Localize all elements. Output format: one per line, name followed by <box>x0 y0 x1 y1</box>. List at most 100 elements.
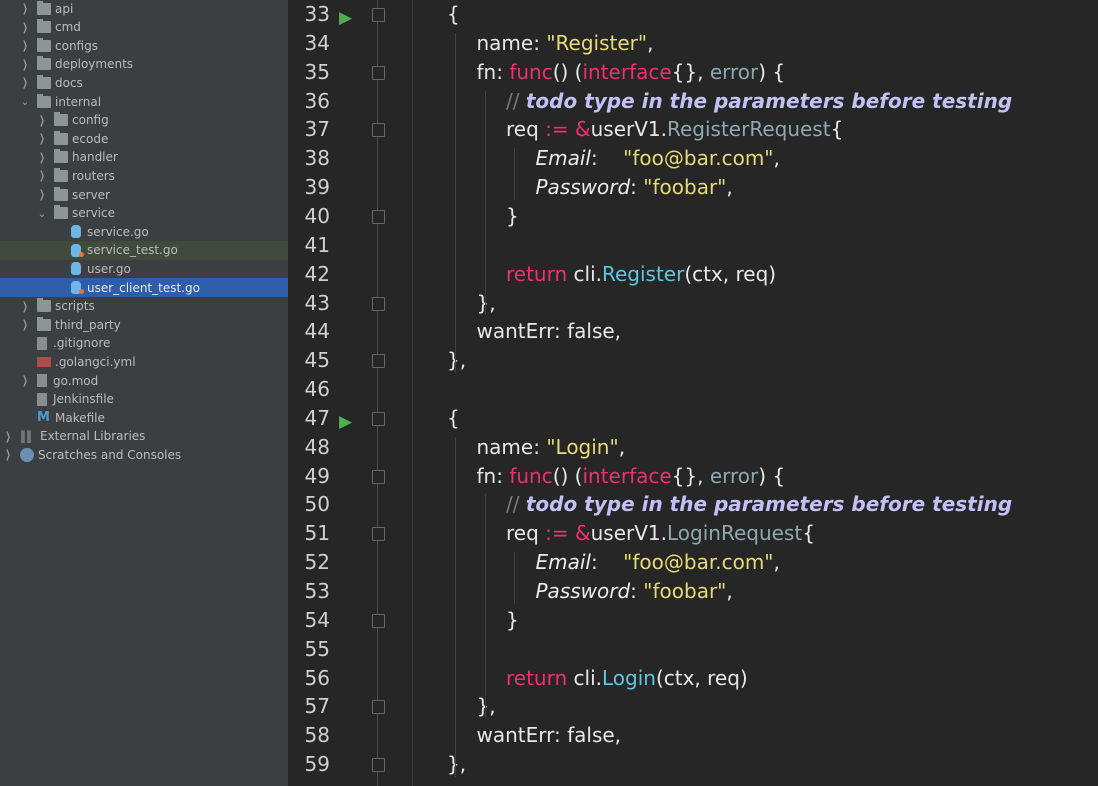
code-line[interactable]: 54} <box>288 606 1098 635</box>
token-plain: }, <box>447 348 466 372</box>
chevron-right-icon[interactable]: ❯ <box>38 188 45 201</box>
code-line[interactable]: 38Email: "foo@bar.com", <box>288 144 1098 173</box>
chevron-right-icon[interactable]: ❯ <box>38 169 45 182</box>
tree-item[interactable]: ❯Scratches and Consoles <box>0 445 288 464</box>
tree-item[interactable]: ❯config <box>0 111 288 130</box>
code-line[interactable]: 55 <box>288 635 1098 664</box>
fold-marker-icon[interactable] <box>372 758 385 772</box>
chevron-right-icon[interactable]: ❯ <box>21 76 28 89</box>
code-line[interactable]: 56return cli.Login(ctx, req) <box>288 664 1098 693</box>
code-line[interactable]: 50// todo type in the parameters before … <box>288 490 1098 519</box>
folder-icon <box>54 133 68 145</box>
file-icon <box>37 374 47 387</box>
fold-marker-icon[interactable] <box>372 412 385 426</box>
folder-icon <box>37 3 51 15</box>
code-line[interactable]: 57}, <box>288 692 1098 721</box>
code-line[interactable]: 33▶{ <box>288 0 1098 29</box>
tree-item[interactable]: ❯cmd <box>0 18 288 37</box>
tree-item[interactable]: ❯‖‖External Libraries <box>0 427 288 446</box>
tree-item[interactable]: ❯go.mod <box>0 371 288 390</box>
fold-marker-icon[interactable] <box>372 123 385 137</box>
tree-item[interactable]: ⌄internal <box>0 92 288 111</box>
chevron-right-icon[interactable]: ❯ <box>38 132 45 145</box>
tree-item[interactable]: ❯scripts <box>0 297 288 316</box>
code-line[interactable]: 44wantErr: false, <box>288 317 1098 346</box>
chevron-down-icon[interactable]: ⌄ <box>19 95 31 108</box>
chevron-down-icon[interactable]: ⌄ <box>36 207 48 220</box>
code-text: }, <box>447 346 466 375</box>
tree-item[interactable]: ❯third_party <box>0 315 288 334</box>
chevron-right-icon[interactable]: ❯ <box>21 318 28 331</box>
tree-item-label: deployments <box>55 57 133 71</box>
chevron-right-icon[interactable]: ❯ <box>4 430 11 443</box>
tree-item[interactable]: Jenkinsfile <box>0 390 288 409</box>
code-line[interactable]: 42return cli.Register(ctx, req) <box>288 260 1098 289</box>
code-line[interactable]: 53Password: "foobar", <box>288 577 1098 606</box>
code-line[interactable]: 36// todo type in the parameters before … <box>288 87 1098 116</box>
code-line[interactable]: 34name: "Register", <box>288 29 1098 58</box>
tree-item[interactable]: service_test.go <box>0 241 288 260</box>
code-editor[interactable]: 33▶{34name: "Register",35fn: func() (int… <box>288 0 1098 786</box>
fold-marker-icon[interactable] <box>372 354 385 368</box>
fold-marker-icon[interactable] <box>372 210 385 224</box>
fold-marker-icon[interactable] <box>372 297 385 311</box>
code-line[interactable]: 47▶{ <box>288 404 1098 433</box>
code-text: wantErr: false, <box>477 317 622 346</box>
tree-item[interactable]: .golangci.yml <box>0 352 288 371</box>
tree-item[interactable]: ❯api <box>0 0 288 18</box>
tree-item[interactable]: .gitignore <box>0 334 288 353</box>
tree-item[interactable]: ❯ deployments <box>0 55 288 74</box>
code-line[interactable]: 49fn: func() (interface{}, error) { <box>288 462 1098 491</box>
tree-item[interactable]: ❯ configs <box>0 36 288 55</box>
fold-marker-icon[interactable] <box>372 614 385 628</box>
tree-item-label: .gitignore <box>53 336 110 350</box>
fold-marker-icon[interactable] <box>372 8 385 22</box>
token-kw: interface <box>582 464 671 488</box>
code-line[interactable]: 41 <box>288 231 1098 260</box>
chevron-right-icon[interactable]: ❯ <box>38 151 45 164</box>
indent-guide <box>485 91 486 316</box>
file-icon <box>37 337 47 350</box>
chevron-right-icon[interactable]: ❯ <box>21 39 28 52</box>
chevron-right-icon[interactable]: ❯ <box>21 300 28 313</box>
code-line[interactable]: 52Email: "foo@bar.com", <box>288 548 1098 577</box>
fold-marker-icon[interactable] <box>372 66 385 80</box>
code-line[interactable]: 43}, <box>288 289 1098 318</box>
code-text: }, <box>477 289 496 318</box>
go-test-file-icon <box>71 281 81 294</box>
code-line[interactable]: 59}, <box>288 750 1098 779</box>
chevron-right-icon[interactable]: ❯ <box>21 58 28 71</box>
fold-marker-icon[interactable] <box>372 700 385 714</box>
chevron-right-icon[interactable]: ❯ <box>4 448 11 461</box>
tree-item[interactable]: user.go <box>0 259 288 278</box>
tree-item[interactable]: ❯server <box>0 185 288 204</box>
tree-item[interactable]: ❯routers <box>0 166 288 185</box>
code-line[interactable]: 58wantErr: false, <box>288 721 1098 750</box>
tree-item[interactable]: ⌄service <box>0 204 288 223</box>
tree-item[interactable]: ❯docs <box>0 73 288 92</box>
code-line[interactable]: 37req := &userV1.RegisterRequest{ <box>288 115 1098 144</box>
code-text: { <box>447 404 460 433</box>
code-line[interactable]: 48name: "Login", <box>288 433 1098 462</box>
chevron-right-icon[interactable]: ❯ <box>21 2 28 15</box>
fold-marker-icon[interactable] <box>372 470 385 484</box>
chevron-right-icon[interactable]: ❯ <box>21 374 28 387</box>
tree-item[interactable]: MMakefile <box>0 408 288 427</box>
chevron-right-icon[interactable]: ❯ <box>38 114 45 127</box>
tree-item[interactable]: ❯handler <box>0 148 288 167</box>
code-line[interactable]: 46 <box>288 375 1098 404</box>
tree-item[interactable]: service.go <box>0 222 288 241</box>
code-line[interactable]: 51req := &userV1.LoginRequest{ <box>288 519 1098 548</box>
chevron-right-icon[interactable]: ❯ <box>21 21 28 34</box>
code-line[interactable]: 39Password: "foobar", <box>288 173 1098 202</box>
code-line[interactable]: 40} <box>288 202 1098 231</box>
project-tree: ❯api❯cmd❯configs❯deployments❯docs⌄intern… <box>0 0 288 786</box>
indent-guide <box>514 552 515 604</box>
tree-item-label: configs <box>55 39 98 53</box>
code-line[interactable]: 45}, <box>288 346 1098 375</box>
tree-item[interactable]: ❯ecode <box>0 129 288 148</box>
code-line[interactable]: 35fn: func() (interface{}, error) { <box>288 58 1098 87</box>
fold-marker-icon[interactable] <box>372 527 385 541</box>
tree-item[interactable]: user_client_test.go <box>0 278 288 297</box>
code-text: name: "Register", <box>477 29 654 58</box>
